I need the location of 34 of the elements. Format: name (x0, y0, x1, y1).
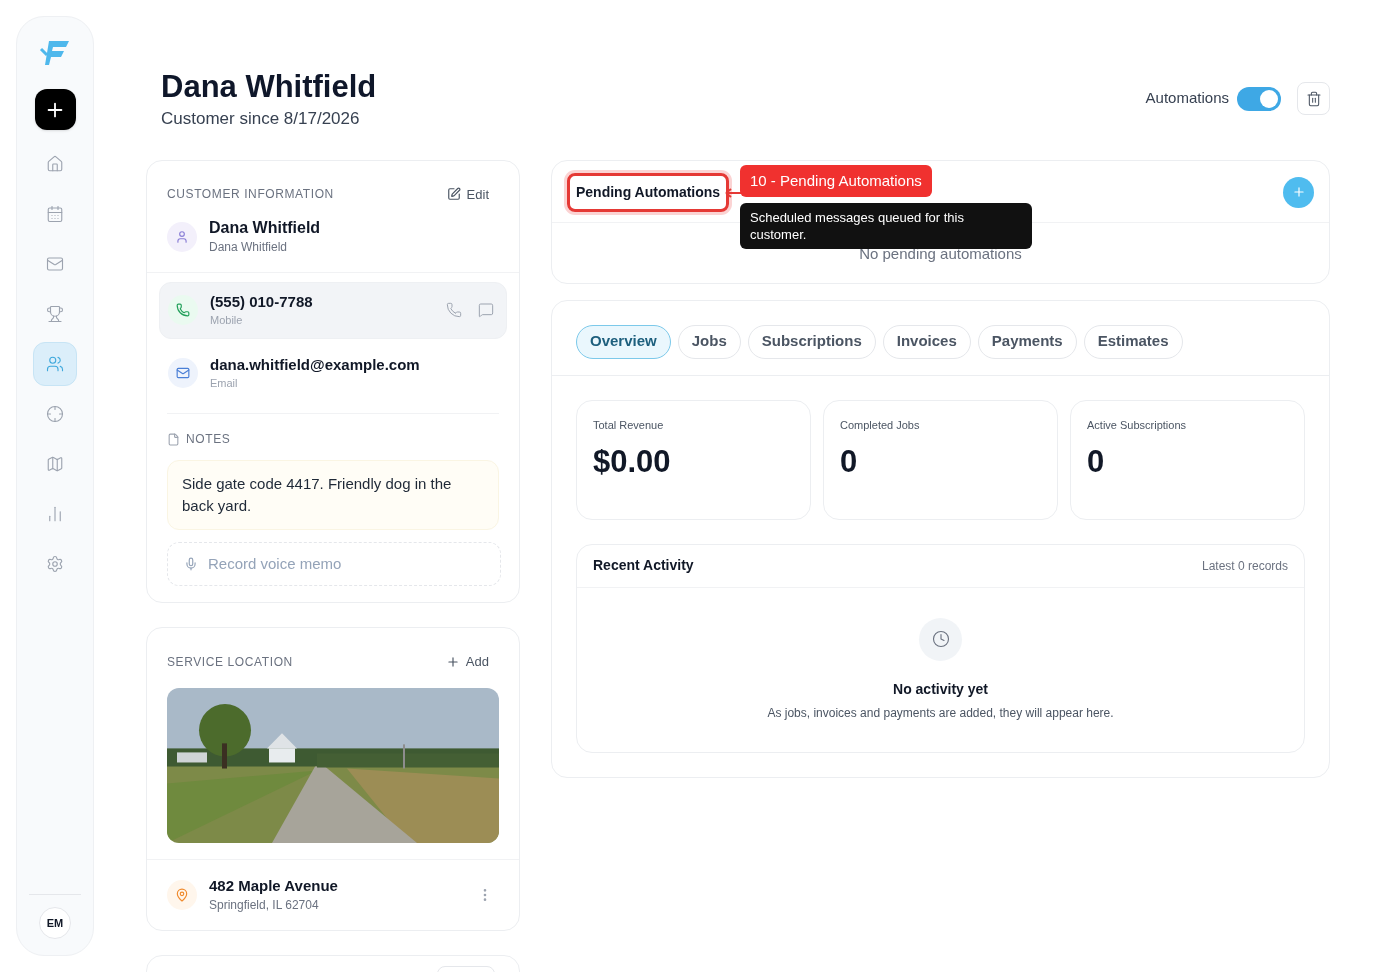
customer-name: Dana Whitfield (161, 68, 377, 106)
stat-label: Active Subscriptions (1087, 417, 1188, 433)
city-line: Springfield, IL 62704 (209, 896, 320, 914)
stat-value: 0 (1087, 443, 1106, 481)
add-button[interactable]: Add (445, 652, 489, 672)
tooltip: Scheduled messages queued for this customer. (740, 202, 1032, 249)
tab[interactable]: Overview (576, 324, 671, 359)
section-title: SERVICE LOCATION (167, 653, 293, 671)
empty-title: No activity yet (893, 679, 988, 699)
stat-value: 0 (840, 443, 859, 481)
customer-since: Customer since 8/17/2026 (161, 108, 361, 130)
annotation-label: 10 - Pending Automations (740, 164, 932, 197)
records-count: Latest 0 records (1201, 557, 1288, 575)
contact-label: Mobile (210, 313, 244, 328)
empty-text: As jobs, invoices and payments are added, they will appear here. (767, 704, 1114, 722)
edit-button[interactable]: Edit (446, 184, 489, 204)
contact-row[interactable]: (555) 010-7788 Mobile (159, 282, 507, 339)
card-title: Recent Activity (593, 556, 694, 575)
section-title: CUSTOMER INFORMATION (167, 186, 334, 204)
automations-label: Automations (1145, 88, 1229, 109)
stat-label: Completed Jobs (840, 417, 921, 433)
notes-box: Side gate code 4417. Friendly dog in the back yard. (167, 460, 499, 530)
contact-name: Dana Whitfield (209, 218, 321, 238)
contact-label: Email (210, 375, 239, 391)
contact-value: (555) 010-7788 (210, 292, 314, 312)
stat-label: Total Revenue (593, 417, 665, 433)
contact-subname: Dana Whitfield (209, 239, 289, 256)
section-title: NOTES (186, 431, 231, 448)
card-title: Pending Automations (567, 172, 730, 212)
user-avatar[interactable]: EM (39, 907, 71, 939)
stat-value: $0.00 (593, 443, 672, 481)
address-line: 482 Maple Avenue (209, 875, 339, 896)
tab[interactable]: Payments (977, 324, 1077, 359)
contact-value: dana.whitfield@example.com (210, 354, 421, 375)
